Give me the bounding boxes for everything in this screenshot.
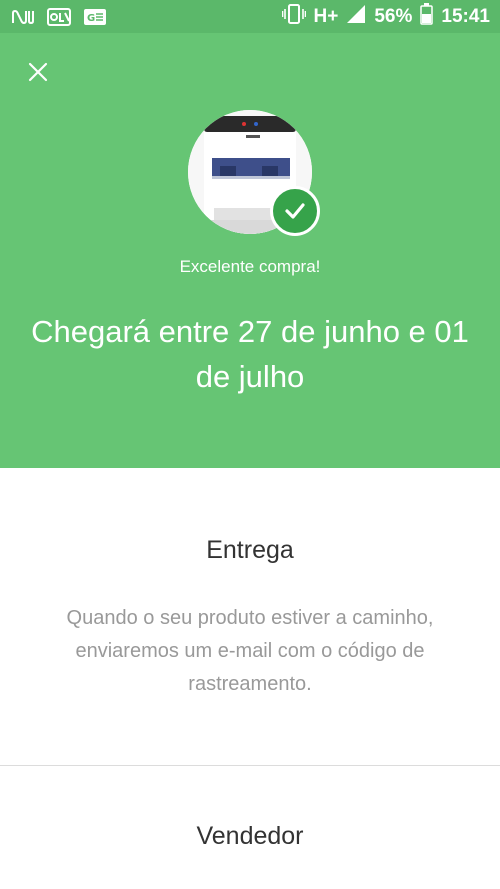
close-button[interactable] xyxy=(24,58,52,86)
system-status: H+ 56% 15:41 xyxy=(281,3,490,31)
vibrate-icon xyxy=(281,3,306,31)
network-type: H+ xyxy=(313,6,339,27)
news-icon: G xyxy=(82,8,108,26)
nubank-icon xyxy=(10,8,36,26)
checkmark-icon xyxy=(285,203,305,219)
success-check-badge xyxy=(270,186,320,236)
close-icon xyxy=(28,62,48,82)
battery-icon xyxy=(420,3,434,31)
status-bar: G H+ 56% 15:41 xyxy=(0,0,500,33)
olx-icon xyxy=(46,8,72,26)
confirmation-hero: Excelente compra! Chegará entre 27 de ju… xyxy=(0,33,500,468)
battery-level: 56% xyxy=(374,6,413,27)
clock: 15:41 xyxy=(441,6,490,27)
section-divider xyxy=(0,765,500,766)
delivery-estimate: Chegará entre 27 de junho e 01 de julho xyxy=(31,314,469,394)
purchase-message: Excelente compra! xyxy=(179,257,321,276)
seller-section-title: Vendedor xyxy=(196,822,304,850)
signal-icon xyxy=(346,4,366,30)
delivery-description: Quando o seu produto estiver a caminho, … xyxy=(66,607,434,695)
delivery-section-title: Entrega xyxy=(206,536,294,564)
notification-icons: G xyxy=(10,6,108,28)
svg-text:G: G xyxy=(87,13,95,24)
